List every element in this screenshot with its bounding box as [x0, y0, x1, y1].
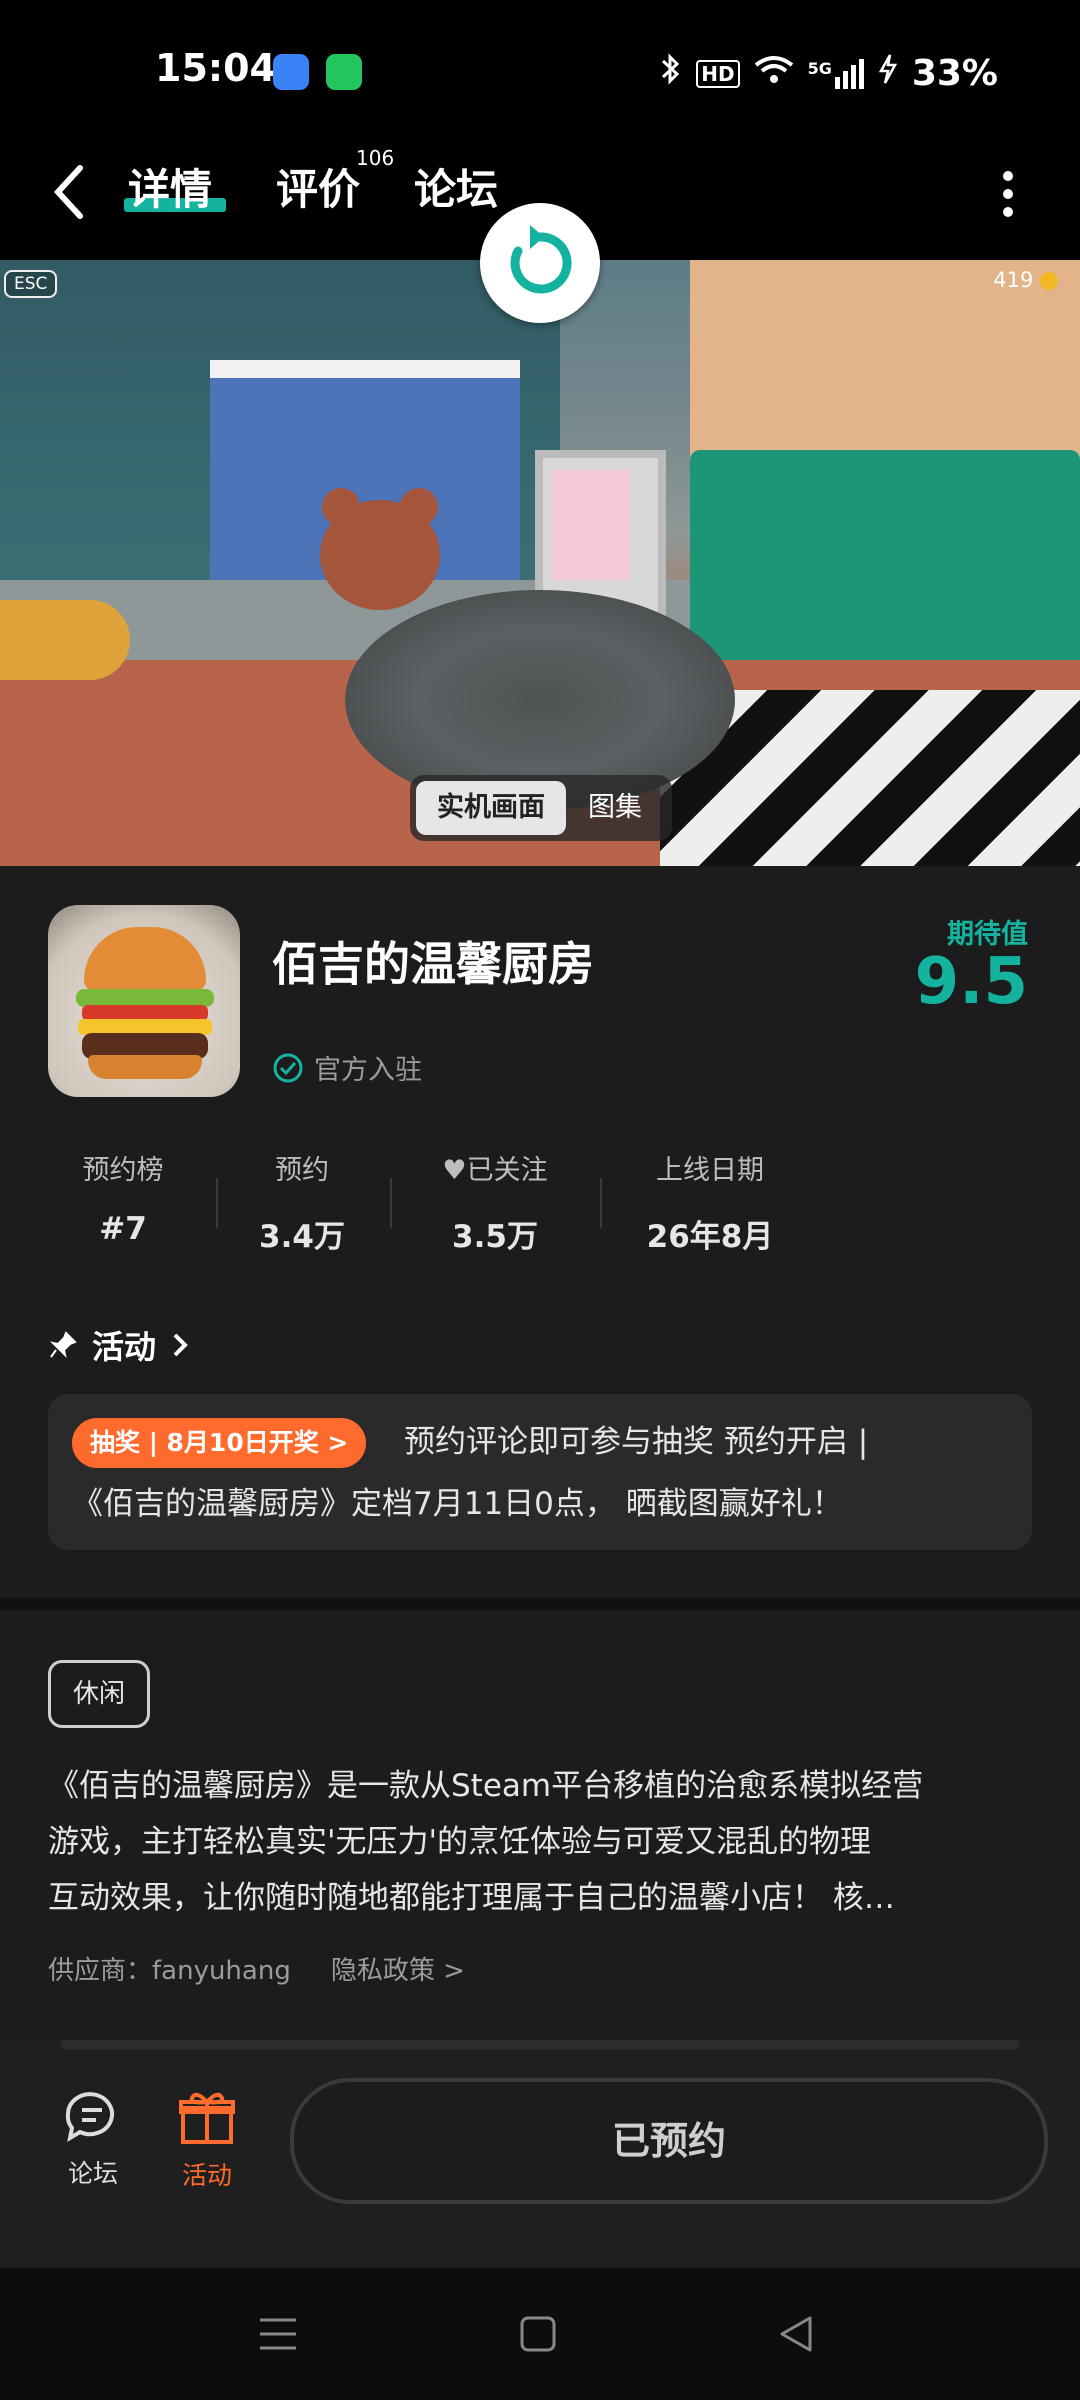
tab-gameplay-footage[interactable]: 实机画面 [416, 781, 566, 835]
genre-tag[interactable]: 休闲 [48, 1660, 151, 1728]
coin-icon [1040, 272, 1058, 290]
game-icon [48, 905, 240, 1097]
lottery-tag[interactable]: 抽奖 | 8月10日开奖 > [72, 1418, 367, 1468]
media-segment-control: 实机画面 图集 [410, 775, 672, 841]
game-description[interactable]: 《佰吉的温馨厨房》是一款从Steam平台移植的治愈系模拟经营 游戏，主打轻松真实… [48, 1758, 1038, 1926]
supplier-text: 供应商：fanyuhang [48, 1956, 291, 1986]
reviews-count-badge: 106 [356, 146, 395, 170]
privacy-policy-link[interactable]: 隐私政策 > [331, 1950, 465, 1987]
hd-icon: HD [696, 59, 740, 88]
stat-followers[interactable]: ♥已关注 3.5万 [420, 1148, 570, 1256]
gift-icon [179, 2092, 235, 2144]
status-icons: HD 5G 33% [660, 52, 998, 95]
stat-release-date: 上线日期 26年8月 [646, 1155, 774, 1255]
system-nav-bar [0, 2268, 1080, 2400]
supplier-row: 供应商：fanyuhang 隐私政策 > [48, 1950, 465, 1987]
chevron-right-icon [173, 1333, 188, 1357]
status-time: 15:04 [155, 46, 276, 90]
reserved-button[interactable]: 已预约 [290, 2078, 1048, 2204]
wifi-icon [754, 53, 794, 94]
refresh-button[interactable] [480, 203, 600, 323]
bottom-action-bar: 论坛 活动 已预约 [0, 2040, 1080, 2268]
activity-button[interactable]: 活动 [152, 2088, 262, 2192]
scene-bear [320, 488, 440, 610]
expectation-score: 9.5 [914, 945, 1028, 1019]
forum-icon [65, 2092, 114, 2143]
charging-icon [878, 53, 898, 94]
activity-card[interactable]: 抽奖 | 8月10日开奖 > 预约评论即可参与抽奖 预约开启 | 《佰吉的温馨厨… [48, 1394, 1032, 1550]
official-badge: 官方入驻 [272, 1048, 422, 1087]
chevron-left-icon [53, 165, 83, 219]
verified-check-icon [273, 1053, 303, 1082]
tab-details[interactable]: 详情 [128, 156, 212, 217]
game-screenshot[interactable]: ESC 419 实机画面 图集 [0, 260, 1080, 866]
heart-icon: ♥ [442, 1155, 467, 1186]
back-nav-icon[interactable] [776, 2314, 816, 2358]
app-notification-icon [273, 54, 309, 90]
battery-percent: 33% [911, 53, 998, 94]
scene-kiosk-screen [552, 470, 630, 580]
stat-rank[interactable]: 预约榜 #7 [48, 1148, 198, 1247]
forum-button[interactable]: 论坛 [38, 2088, 148, 2190]
esc-label: ESC [4, 270, 58, 298]
activity-text-line1: 预约评论即可参与抽奖 预约开启 | [404, 1424, 869, 1460]
status-bar: 15:04 HD 5G 33% [0, 0, 1080, 130]
divider [600, 1178, 602, 1228]
activity-text-line2: 《佰吉的温馨厨房》定档7月11日0点， 晒截图赢好礼！ [72, 1486, 843, 1522]
pin-icon [49, 1331, 77, 1359]
home-icon[interactable] [518, 2314, 558, 2358]
tab-gallery[interactable]: 图集 [588, 781, 642, 835]
coin-counter: 419 [993, 268, 1058, 292]
refresh-icon [510, 225, 572, 294]
divider [390, 1178, 392, 1228]
bluetooth-icon [660, 52, 682, 95]
app-notification-icon [326, 54, 362, 90]
tab-reviews[interactable]: 评价 [276, 156, 360, 217]
more-options-button[interactable] [996, 166, 1020, 226]
stat-reservations: 预约 3.4万 [259, 1155, 345, 1255]
menu-icon[interactable] [258, 2314, 298, 2358]
divider [216, 1178, 218, 1228]
scene-object [0, 600, 130, 680]
game-title: 佰吉的温馨厨房 [272, 937, 594, 991]
more-vertical-icon [1003, 171, 1013, 217]
back-button[interactable] [50, 160, 90, 228]
section-divider [0, 1598, 1080, 1610]
activity-heading[interactable]: 活动 [48, 1322, 190, 1368]
signal-icon: 5G [808, 58, 864, 89]
